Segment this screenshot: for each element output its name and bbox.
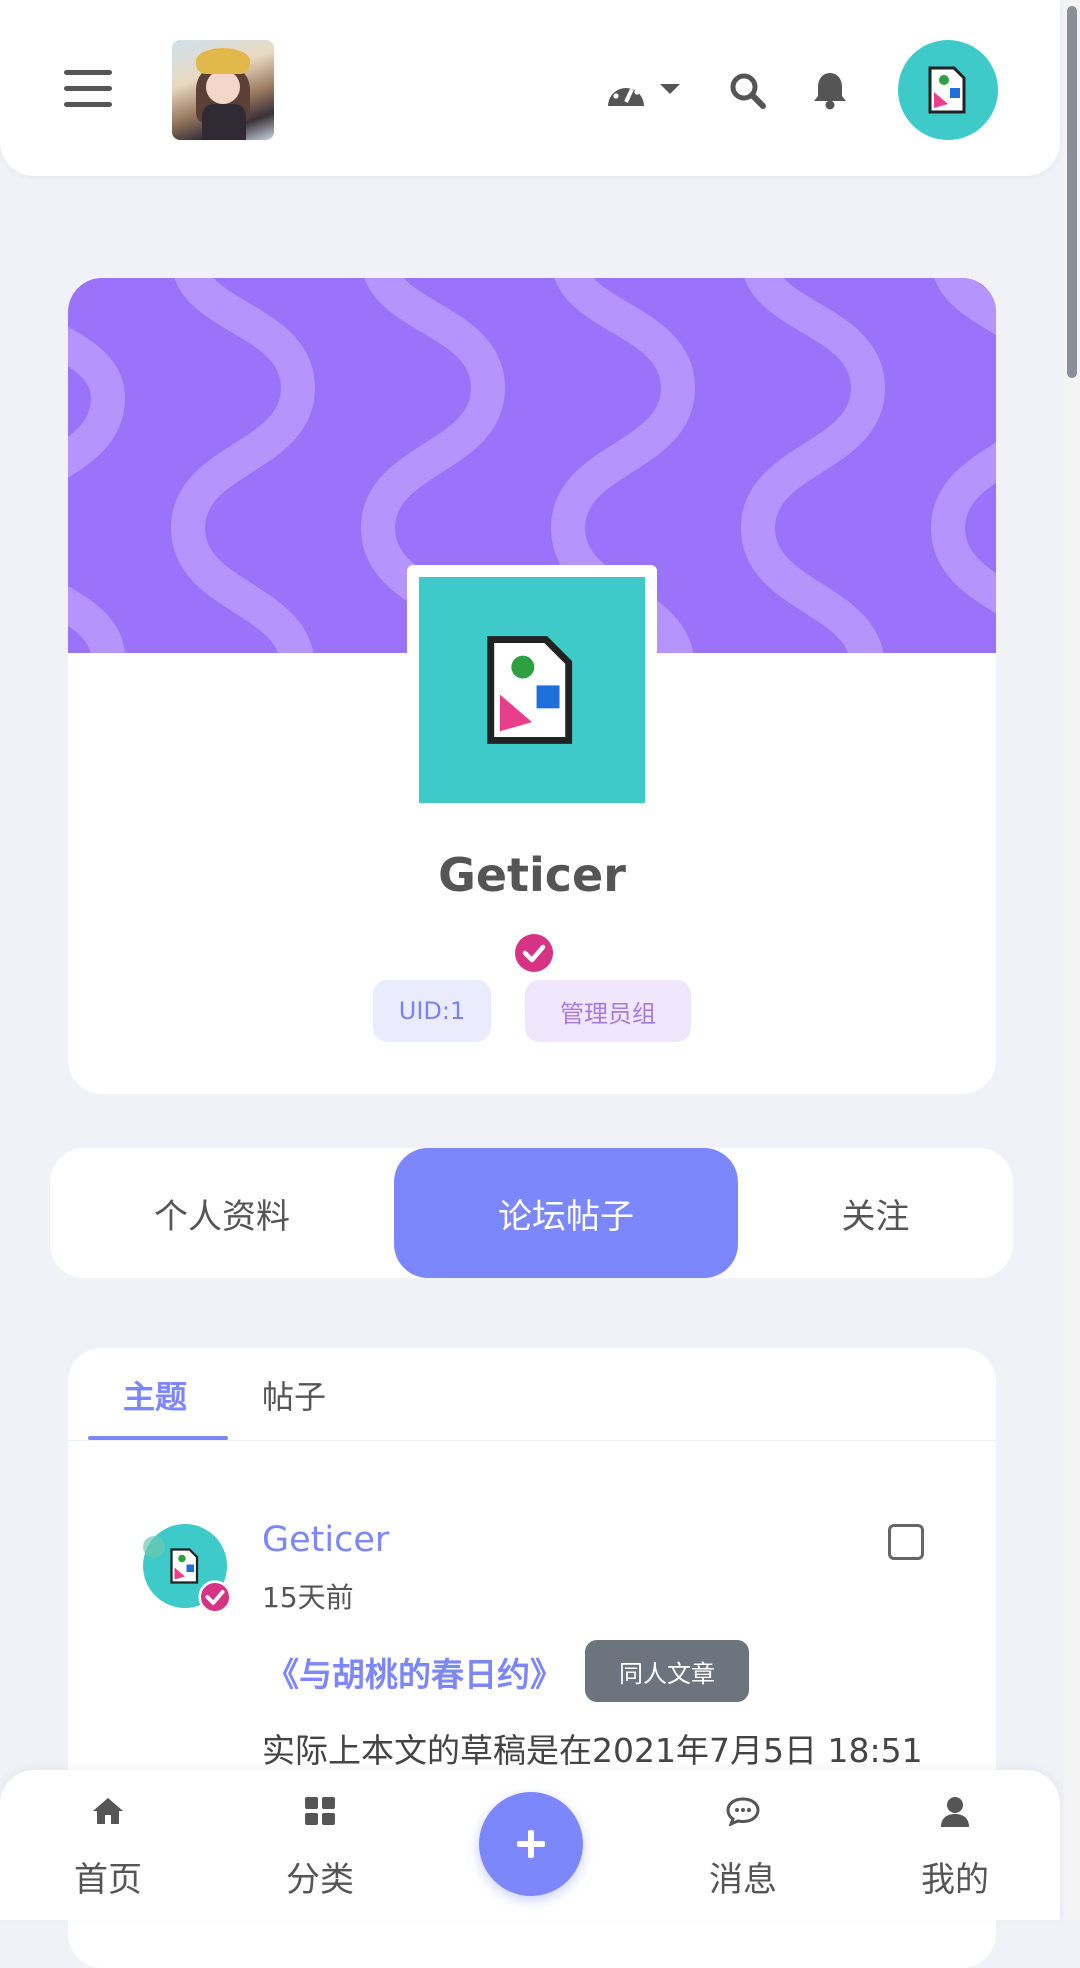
profile-tabs: 个人资料 论坛帖子 关注 xyxy=(50,1148,1013,1278)
post-excerpt: 实际上本文的草稿是在2021年7月5日 18:51 xyxy=(262,1731,923,1770)
grid-icon xyxy=(305,1797,335,1825)
user-avatar[interactable] xyxy=(898,40,998,140)
scrollbar[interactable] xyxy=(1064,0,1080,1920)
uid-badge: UID:1 xyxy=(373,980,491,1042)
plus-icon xyxy=(517,1830,545,1858)
tab-forum-posts[interactable]: 论坛帖子 xyxy=(394,1148,738,1278)
tab-follow[interactable]: 关注 xyxy=(738,1148,1013,1278)
subtabs: 主题 帖子 xyxy=(68,1348,996,1441)
add-post-button[interactable] xyxy=(479,1792,583,1896)
nav-home[interactable]: 首页 xyxy=(33,1770,183,1920)
tab-profile[interactable]: 个人资料 xyxy=(50,1148,394,1278)
chat-icon xyxy=(726,1797,760,1826)
nav-me-label: 我的 xyxy=(921,1860,989,1900)
profile-username: Geticer xyxy=(438,848,626,902)
nav-category-label: 分类 xyxy=(286,1860,354,1900)
nav-messages[interactable]: 消息 xyxy=(668,1770,818,1920)
post-verified-icon xyxy=(198,1580,232,1618)
verified-icon xyxy=(514,933,554,977)
post-title[interactable]: 《与胡桃的春日约》 xyxy=(266,1648,563,1696)
profile-avatar[interactable] xyxy=(407,565,657,815)
post-category-tag[interactable]: 同人文章 xyxy=(585,1640,749,1702)
nav-messages-label: 消息 xyxy=(709,1860,777,1900)
subtab-posts[interactable]: 帖子 xyxy=(262,1372,326,1418)
broken-image-icon xyxy=(487,636,573,744)
site-logo[interactable] xyxy=(172,40,274,140)
scrollbar-thumb[interactable] xyxy=(1067,6,1077,378)
top-bar xyxy=(0,0,1060,176)
nav-home-label: 首页 xyxy=(74,1860,142,1900)
nav-me[interactable]: 我的 xyxy=(880,1770,1030,1920)
home-icon xyxy=(93,1798,123,1824)
group-badge: 管理员组 xyxy=(525,980,691,1042)
broken-image-icon xyxy=(928,66,966,114)
subtab-topics[interactable]: 主题 xyxy=(123,1372,187,1418)
search-icon[interactable] xyxy=(730,73,766,113)
bell-icon[interactable] xyxy=(812,70,848,114)
profile-card: Geticer UID:1 管理员组 xyxy=(68,278,996,1094)
nav-category[interactable]: 分类 xyxy=(245,1770,395,1920)
active-subtab-indicator xyxy=(88,1436,228,1440)
hamburger-icon[interactable] xyxy=(64,70,112,108)
post-select-checkbox[interactable] xyxy=(888,1524,924,1560)
post-time: 15天前 xyxy=(262,1581,354,1614)
post-author-name[interactable]: Geticer xyxy=(262,1520,389,1560)
user-icon xyxy=(941,1797,969,1827)
dashboard-icon[interactable] xyxy=(606,74,680,114)
